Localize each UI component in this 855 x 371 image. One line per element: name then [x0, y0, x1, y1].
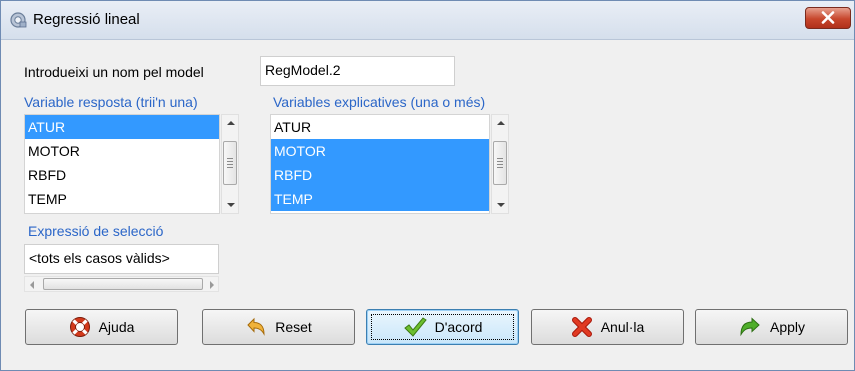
scroll-right-icon[interactable] [210, 281, 214, 289]
list-item[interactable]: RBFD [25, 163, 219, 187]
cancel-x-icon [571, 317, 592, 337]
reset-button-label: Reset [275, 319, 312, 335]
app-icon [10, 12, 27, 28]
close-button[interactable] [805, 7, 851, 29]
selection-expression-label: Expressió de selecció [28, 223, 164, 239]
selection-expression-input[interactable]: <tots els casos vàlids> [24, 244, 219, 274]
list-item[interactable]: RBFD [271, 163, 489, 187]
help-lifebuoy-icon [69, 317, 90, 337]
scroll-up-icon[interactable] [497, 121, 505, 125]
response-list-scrollbar[interactable] [221, 114, 239, 214]
focus-ring [371, 314, 514, 340]
list-item[interactable]: MOTOR [271, 139, 489, 163]
list-item[interactable]: ATUR [271, 115, 489, 139]
response-variable-label: Variable resposta (trii'n una) [24, 94, 198, 110]
list-item[interactable]: TEMP [25, 187, 219, 211]
cancel-button-label: Anul·la [600, 319, 645, 335]
model-name-input[interactable]: RegModel.2 [260, 56, 455, 86]
scroll-up-icon[interactable] [227, 121, 235, 125]
window-title: Regressió lineal [33, 11, 140, 28]
scroll-down-icon[interactable] [227, 203, 235, 207]
ok-button[interactable]: D'acord [366, 309, 519, 345]
dialog-window: Regressió lineal Introdueixi un nom pel … [0, 0, 855, 371]
list-item[interactable]: ATUR [25, 115, 219, 139]
scroll-thumb[interactable] [223, 141, 237, 185]
scroll-thumb[interactable] [493, 141, 507, 185]
list-item[interactable]: MOTOR [25, 139, 219, 163]
explanatory-variables-label: Variables explicatives (una o més) [273, 94, 486, 110]
undo-arrow-icon [247, 317, 265, 336]
explanatory-variables-list[interactable]: ATUR MOTOR RBFD TEMP [270, 114, 490, 214]
scroll-down-icon[interactable] [497, 203, 505, 207]
title-bar[interactable]: Regressió lineal [1, 1, 854, 40]
explanatory-list-scrollbar[interactable] [491, 114, 509, 214]
apply-button-label: Apply [769, 319, 806, 335]
reset-button[interactable]: Reset [202, 309, 355, 345]
response-variable-list[interactable]: ATUR MOTOR RBFD TEMP [24, 114, 220, 214]
close-icon [821, 11, 835, 24]
help-button[interactable]: Ajuda [25, 309, 178, 345]
selection-hscrollbar[interactable] [24, 276, 219, 292]
cancel-button[interactable]: Anul·la [531, 309, 684, 345]
redo-arrow-icon [740, 317, 760, 337]
scroll-thumb[interactable] [43, 278, 203, 290]
list-item[interactable]: TEMP [271, 187, 489, 211]
apply-button[interactable]: Apply [695, 309, 848, 345]
help-button-label: Ajuda [98, 319, 135, 335]
model-name-label: Introdueixi un nom pel model [24, 64, 204, 80]
scroll-left-icon[interactable] [30, 281, 34, 289]
